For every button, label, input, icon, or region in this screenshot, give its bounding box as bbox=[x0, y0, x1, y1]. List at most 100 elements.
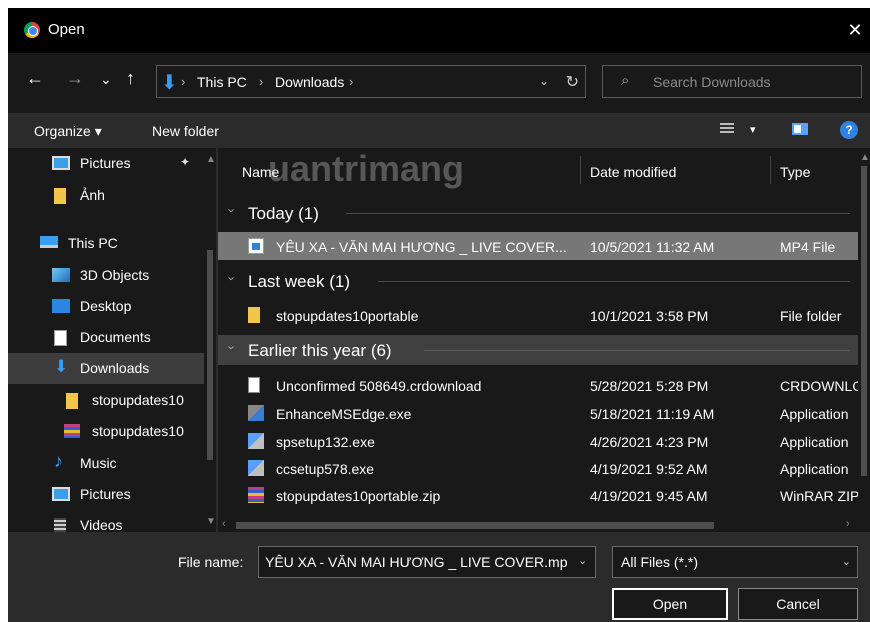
file-name-label: File name: bbox=[178, 554, 244, 570]
open-file-dialog: Open ✕ ← → ⌄ ↑ ⬇ › This PC › Downloads ›… bbox=[8, 8, 870, 622]
sidebar-item-stopupdates10-folder[interactable]: stopupdates10 bbox=[8, 385, 204, 416]
chrome-icon bbox=[24, 22, 40, 38]
address-dropdown-button[interactable]: ⌄ bbox=[539, 74, 549, 88]
file-type: Application bbox=[780, 434, 849, 450]
download-arrow-icon: ⬇ bbox=[161, 72, 178, 94]
scroll-left-arrow-icon[interactable]: ‹ bbox=[222, 518, 226, 530]
scrollbar-thumb[interactable] bbox=[861, 166, 867, 476]
column-header-name[interactable]: Name bbox=[242, 164, 279, 180]
view-options-icon[interactable] bbox=[720, 123, 734, 135]
sidebar-item-stopupdates10-zip[interactable]: stopupdates10 bbox=[8, 416, 204, 447]
file-name: YÊU XA - VĂN MAI HƯƠNG _ LIVE COVER... bbox=[276, 239, 567, 255]
file-row[interactable]: YÊU XA - VĂN MAI HƯƠNG _ LIVE COVER... 1… bbox=[218, 232, 858, 260]
scroll-up-arrow-icon[interactable]: ▲ bbox=[860, 152, 870, 163]
file-name-input[interactable] bbox=[258, 546, 596, 578]
file-name: stopupdates10portable bbox=[276, 308, 419, 324]
sidebar-item-videos[interactable]: Videos bbox=[8, 510, 204, 532]
pin-icon[interactable]: ✦ bbox=[180, 155, 190, 169]
group-header-today[interactable]: › Today (1) bbox=[218, 198, 858, 228]
file-list-vertical-scrollbar[interactable]: ▲ bbox=[858, 148, 870, 518]
navigation-pane-scrollbar[interactable]: ▲ ▼ bbox=[204, 148, 216, 532]
group-header-last-week[interactable]: › Last week (1) bbox=[218, 266, 858, 296]
scroll-right-arrow-icon[interactable]: › bbox=[846, 518, 850, 530]
help-icon[interactable]: ? bbox=[840, 121, 858, 139]
sidebar-item-label: Music bbox=[80, 455, 117, 471]
group-divider bbox=[378, 281, 850, 282]
file-row[interactable]: stopupdates10portable 10/1/2021 3:58 PM … bbox=[218, 301, 858, 329]
file-type-filter-select[interactable]: All Files (*.*) ⌄ bbox=[612, 546, 858, 578]
organize-button[interactable]: Organize ▾ bbox=[34, 123, 102, 140]
breadcrumb-separator[interactable]: › bbox=[349, 74, 353, 89]
column-divider[interactable] bbox=[580, 156, 581, 184]
group-header-earlier-this-year[interactable]: › Earlier this year (6) bbox=[218, 335, 858, 365]
file-date: 5/18/2021 11:19 AM bbox=[590, 406, 715, 422]
address-bar[interactable]: ⬇ › This PC › Downloads › ⌄ ↻ bbox=[156, 65, 586, 98]
scroll-up-arrow-icon[interactable]: ▲ bbox=[206, 154, 216, 165]
sidebar-item-pictures[interactable]: Pictures ✦ bbox=[8, 148, 204, 179]
documents-icon bbox=[54, 330, 67, 346]
file-name: EnhanceMSEdge.exe bbox=[276, 406, 412, 422]
scrollbar-thumb[interactable] bbox=[207, 250, 213, 460]
navigation-pane: Pictures ✦ Ảnh This PC 3D Objects Deskto… bbox=[8, 148, 216, 532]
new-folder-button[interactable]: New folder bbox=[152, 123, 219, 139]
file-name-dropdown-button[interactable]: ⌄ bbox=[578, 554, 587, 567]
file-list-horizontal-scrollbar[interactable]: ‹ › bbox=[218, 518, 870, 532]
sidebar-item-desktop[interactable]: Desktop bbox=[8, 291, 204, 322]
file-row[interactable]: Unconfirmed 508649.crdownload 5/28/2021 … bbox=[218, 371, 863, 399]
sidebar-item-documents[interactable]: Documents bbox=[8, 322, 204, 353]
open-button[interactable]: Open bbox=[612, 588, 728, 620]
column-divider[interactable] bbox=[770, 156, 771, 184]
cancel-button[interactable]: Cancel bbox=[738, 588, 858, 620]
file-row[interactable]: stopupdates10portable.zip 4/19/2021 9:45… bbox=[218, 481, 859, 509]
address-toolbar: ← → ⌄ ↑ ⬇ › This PC › Downloads › ⌄ ↻ ⌕ … bbox=[8, 53, 870, 113]
file-row[interactable]: ccsetup578.exe 4/19/2021 9:52 AM Applica… bbox=[218, 454, 858, 482]
sidebar-item-label: Documents bbox=[80, 329, 151, 345]
refresh-button[interactable]: ↻ bbox=[566, 72, 579, 92]
sidebar-item-this-pc[interactable]: This PC bbox=[8, 228, 204, 259]
breadcrumb-this-pc[interactable]: This PC bbox=[197, 74, 247, 90]
downloads-icon: ⬇ bbox=[54, 357, 69, 376]
desktop-icon bbox=[52, 299, 70, 313]
view-options-dropdown[interactable]: ▾ bbox=[750, 123, 756, 136]
videos-icon bbox=[54, 518, 66, 532]
scroll-down-arrow-icon[interactable]: ▼ bbox=[206, 516, 216, 527]
chevron-down-icon: ⌄ bbox=[841, 556, 851, 568]
up-button[interactable]: ↑ bbox=[126, 68, 135, 89]
file-date: 10/5/2021 11:32 AM bbox=[590, 239, 715, 255]
winrar-icon bbox=[64, 424, 80, 438]
chevron-down-icon[interactable]: › bbox=[225, 276, 240, 280]
sidebar-item-label: stopupdates10 bbox=[92, 392, 184, 408]
column-header-type[interactable]: Type bbox=[780, 164, 810, 180]
sidebar-item-label: Downloads bbox=[80, 360, 150, 376]
exe-icon bbox=[248, 405, 264, 421]
watermark-logo: uantrimang bbox=[268, 148, 465, 189]
sidebar-item-anh[interactable]: Ảnh bbox=[8, 180, 204, 211]
close-button[interactable]: ✕ bbox=[840, 8, 870, 53]
preview-pane-icon[interactable] bbox=[792, 123, 808, 135]
file-name: ccsetup578.exe bbox=[276, 461, 375, 477]
file-date: 5/28/2021 5:28 PM bbox=[590, 378, 709, 394]
winrar-icon bbox=[248, 487, 264, 503]
folder-icon bbox=[54, 188, 66, 204]
recent-locations-button[interactable]: ⌄ bbox=[100, 71, 112, 88]
sidebar-item-3d-objects[interactable]: 3D Objects bbox=[8, 260, 204, 291]
folder-icon bbox=[248, 307, 260, 323]
breadcrumb-separator: › bbox=[181, 74, 186, 89]
file-type: File folder bbox=[780, 308, 842, 324]
sidebar-item-label: Ảnh bbox=[80, 187, 105, 203]
scrollbar-thumb[interactable] bbox=[236, 522, 714, 529]
back-button[interactable]: ← bbox=[26, 68, 44, 89]
sidebar-item-music[interactable]: ♪ Music bbox=[8, 448, 204, 479]
folder-icon bbox=[66, 393, 78, 409]
sidebar-item-downloads[interactable]: ⬇ Downloads bbox=[8, 353, 204, 384]
file-date: 4/26/2021 4:23 PM bbox=[590, 434, 709, 450]
chevron-down-icon[interactable]: › bbox=[225, 208, 240, 212]
forward-button[interactable]: → bbox=[66, 68, 84, 89]
column-header-date-modified[interactable]: Date modified bbox=[590, 164, 676, 180]
breadcrumb-downloads[interactable]: Downloads bbox=[275, 74, 344, 90]
chevron-down-icon[interactable]: › bbox=[225, 345, 240, 349]
file-row[interactable]: spsetup132.exe 4/26/2021 4:23 PM Applica… bbox=[218, 427, 858, 455]
file-row[interactable]: EnhanceMSEdge.exe 5/18/2021 11:19 AM App… bbox=[218, 399, 858, 427]
sidebar-item-pictures-2[interactable]: Pictures bbox=[8, 479, 204, 510]
search-box[interactable]: ⌕ Search Downloads bbox=[602, 65, 862, 98]
